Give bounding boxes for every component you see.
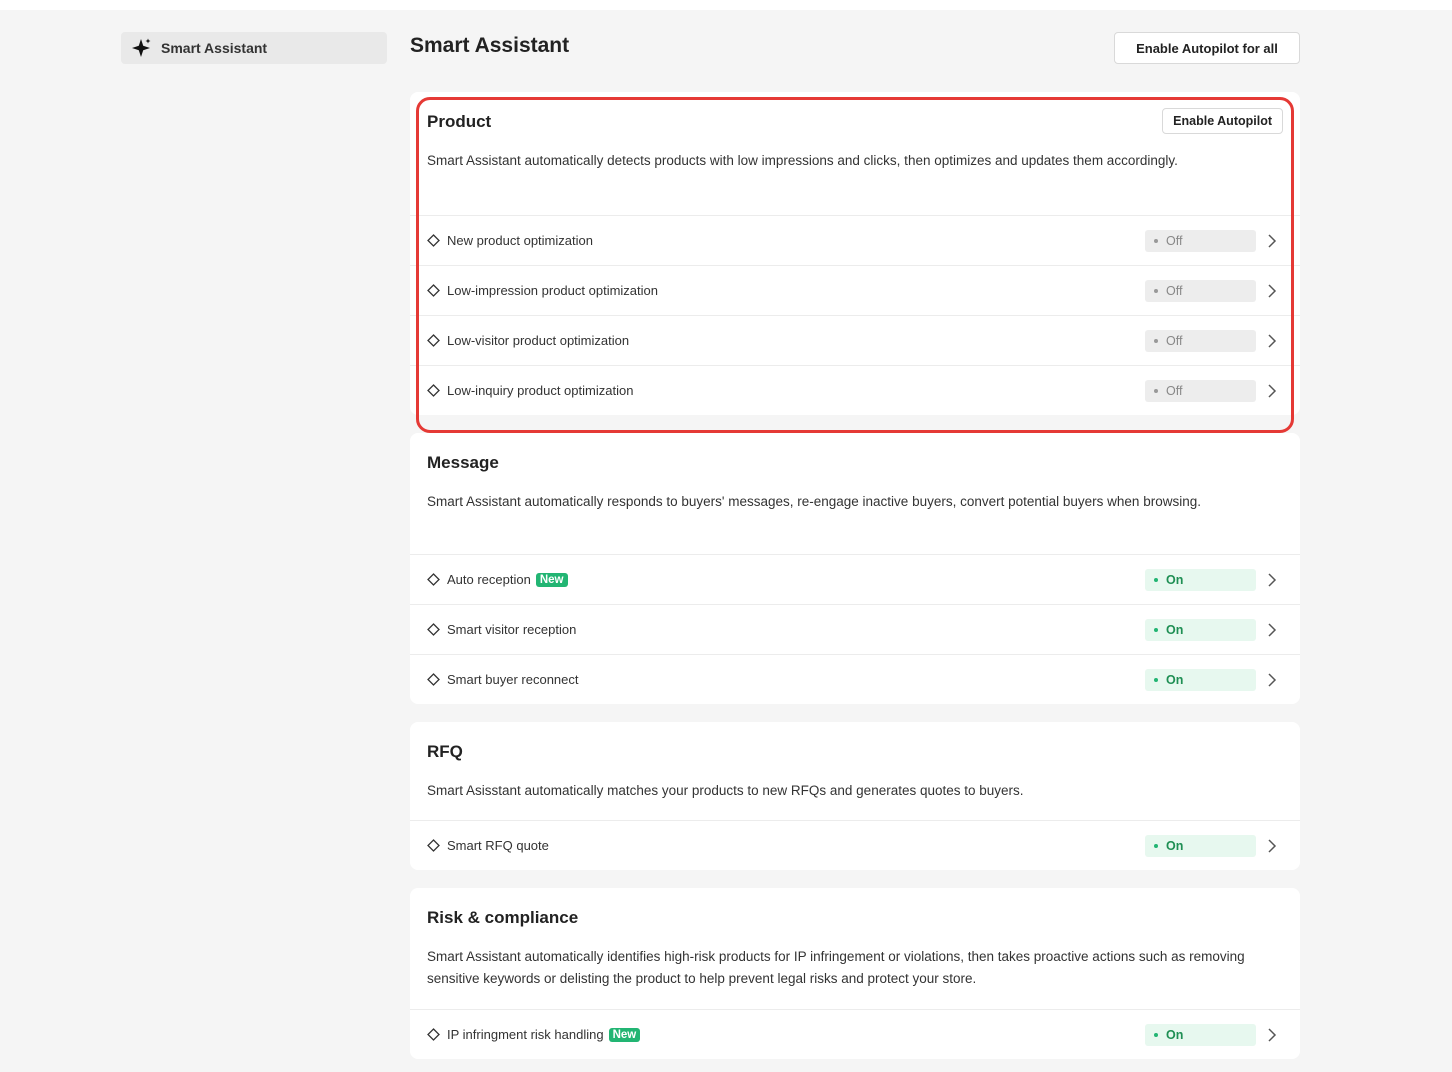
sidebar-item-label: Smart Assistant [161,40,268,56]
section-title: Product [427,112,492,131]
chevron-right-icon[interactable] [1266,233,1278,249]
item-label: IP infringment risk handling [447,1027,604,1042]
item-label: Low-impression product optimization [447,283,658,298]
list-item[interactable]: IP infringment risk handling New On [410,1009,1300,1059]
chevron-right-icon[interactable] [1266,672,1278,688]
status-badge: Off [1145,330,1256,352]
section-title: Risk & compliance [427,908,579,927]
item-label: Low-visitor product optimization [447,333,630,348]
diamond-icon [427,573,441,587]
section-description: Smart Assistant automatically identifies… [427,949,1245,986]
section-product: Product Enable Autopilot Smart Assistant… [410,92,1300,415]
chevron-right-icon[interactable] [1266,283,1278,299]
diamond-icon [427,384,441,398]
list-item[interactable]: Low-impression product optimization Off [410,265,1300,315]
diamond-icon [427,334,441,348]
diamond-icon [427,673,441,687]
section-risk-compliance: Risk & compliance Smart Assistant automa… [410,888,1300,1059]
list-item[interactable]: Low-inquiry product optimization Off [410,365,1300,415]
diamond-icon [427,839,441,853]
section-description: Smart Assistant automatically detects pr… [427,153,1178,168]
section-description: Smart Asisstant automatically matches yo… [427,783,1024,798]
list-item[interactable]: Smart visitor reception On [410,604,1300,654]
list-item[interactable]: Auto reception New On [410,554,1300,604]
section-rfq: RFQ Smart Asisstant automatically matche… [410,722,1300,870]
list-item[interactable]: Smart buyer reconnect On [410,654,1300,704]
section-title: RFQ [427,742,463,761]
chevron-right-icon[interactable] [1266,333,1278,349]
diamond-icon [427,284,441,298]
diamond-icon [427,623,441,637]
new-badge: New [608,1027,641,1042]
chevron-right-icon[interactable] [1266,622,1278,638]
chevron-right-icon[interactable] [1266,572,1278,588]
section-description: Smart Assistant automatically responds t… [427,494,1201,509]
status-badge: On [1145,1024,1256,1046]
item-label: Smart visitor reception [447,622,577,637]
status-badge: Off [1145,380,1256,402]
page-title: Smart Assistant [410,34,570,57]
item-label: Smart RFQ quote [447,838,549,853]
status-badge: On [1145,669,1256,691]
list-item[interactable]: New product optimization Off [410,215,1300,265]
chevron-right-icon[interactable] [1266,838,1278,854]
chevron-right-icon[interactable] [1266,1027,1278,1043]
status-badge: On [1145,619,1256,641]
list-item[interactable]: Low-visitor product optimization Off [410,315,1300,365]
status-badge: Off [1145,280,1256,302]
diamond-icon [427,234,441,248]
enable-autopilot-button[interactable]: Enable Autopilot [1162,108,1283,134]
status-badge: Off [1145,230,1256,252]
list-item[interactable]: Smart RFQ quote On [410,820,1300,870]
status-badge: On [1145,835,1256,857]
item-label: New product optimization [447,233,593,248]
section-message: Message Smart Assistant automatically re… [410,433,1300,704]
item-label: Smart buyer reconnect [447,672,579,687]
sidebar-item-smart-assistant[interactable]: Smart Assistant [121,32,387,64]
diamond-icon [427,1028,441,1042]
sparkle-icon [131,37,153,59]
chevron-right-icon[interactable] [1266,383,1278,399]
new-badge: New [535,572,568,587]
section-title: Message [427,453,499,472]
item-label: Low-inquiry product optimization [447,383,634,398]
enable-autopilot-all-button[interactable]: Enable Autopilot for all [1114,32,1300,64]
item-label: Auto reception [447,572,531,587]
status-badge: On [1145,569,1256,591]
